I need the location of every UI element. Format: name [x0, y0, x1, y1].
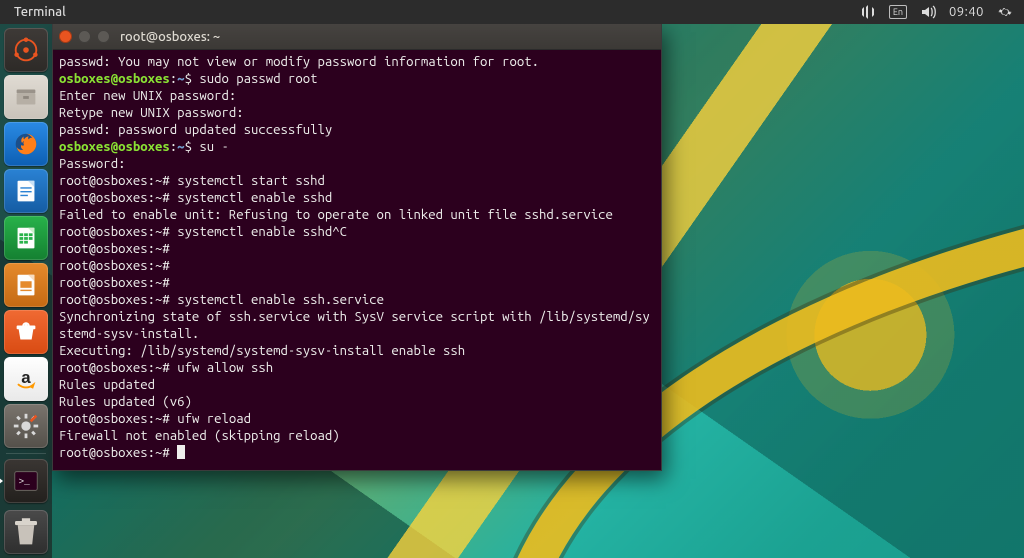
launcher-amazon[interactable]: a — [4, 357, 48, 401]
terminal-path: ~ — [177, 140, 184, 154]
terminal-prompt-root: root@osboxes:~# — [59, 242, 177, 256]
terminal-line: Rules updated (v6) — [59, 395, 192, 409]
terminal-command: systemctl enable ssh.service — [177, 293, 384, 307]
launcher-dash[interactable] — [4, 28, 48, 72]
network-icon[interactable] — [859, 3, 877, 21]
minimize-icon[interactable] — [78, 30, 91, 43]
terminal-prompt-root: root@osboxes:~# — [59, 412, 177, 426]
launcher-impress[interactable] — [4, 263, 48, 307]
terminal-line: Executing: /lib/systemd/systemd-sysv-ins… — [59, 344, 465, 358]
system-tray: En 09:40 — [859, 3, 1018, 21]
terminal-line: Failed to enable unit: Refusing to opera… — [59, 208, 613, 222]
svg-text:>_: >_ — [19, 476, 31, 487]
launcher-calc[interactable] — [4, 216, 48, 260]
terminal-prompt-user: osboxes@osboxes — [59, 72, 170, 86]
window-title: root@osboxes: ~ — [120, 30, 220, 44]
launcher-writer[interactable] — [4, 169, 48, 213]
terminal-prompt-root: root@osboxes:~# — [59, 293, 177, 307]
terminal-line: passwd: password updated successfully — [59, 123, 332, 137]
launcher: a >_ — [0, 24, 52, 558]
launcher-firefox[interactable] — [4, 122, 48, 166]
terminal-command: systemctl enable sshd — [177, 191, 332, 205]
terminal-command: sudo passwd root — [199, 72, 317, 86]
terminal-prompt-root: root@osboxes:~# — [59, 446, 177, 460]
terminal-line: Enter new UNIX password: — [59, 89, 236, 103]
terminal-line: Synchronizing state of ssh.service with … — [59, 310, 650, 341]
clock[interactable]: 09:40 — [949, 5, 984, 19]
terminal-cursor — [177, 445, 185, 459]
top-panel: Terminal En 09:40 — [0, 0, 1024, 24]
terminal-prompt-root: root@osboxes:~# — [59, 259, 177, 273]
gear-icon[interactable] — [996, 3, 1014, 21]
terminal-prompt-user: osboxes@osboxes — [59, 140, 170, 154]
launcher-settings[interactable] — [4, 404, 48, 448]
launcher-files[interactable] — [4, 75, 48, 119]
terminal-command: ufw allow ssh — [177, 361, 273, 375]
terminal-prompt-root: root@osboxes:~# — [59, 361, 177, 375]
terminal-prompt-root: root@osboxes:~# — [59, 225, 177, 239]
terminal-command: su - — [199, 140, 229, 154]
terminal-prompt-root: root@osboxes:~# — [59, 276, 177, 290]
terminal-command: ufw reload — [177, 412, 251, 426]
terminal-line: passwd: You may not view or modify passw… — [59, 55, 539, 69]
terminal-prompt-root: root@osboxes:~# — [59, 191, 177, 205]
terminal-line: Rules updated — [59, 378, 155, 392]
terminal-body[interactable]: passwd: You may not view or modify passw… — [53, 50, 661, 470]
launcher-terminal[interactable]: >_ — [4, 459, 48, 503]
language-indicator[interactable]: En — [889, 3, 907, 21]
terminal-line: Retype new UNIX password: — [59, 106, 244, 120]
launcher-divider — [6, 453, 46, 454]
window-titlebar[interactable]: root@osboxes: ~ — [53, 24, 661, 50]
terminal-line: Password: — [59, 157, 125, 171]
terminal-command: systemctl enable sshd^C — [177, 225, 347, 239]
sound-icon[interactable] — [919, 3, 937, 21]
terminal-command: systemctl start sshd — [177, 174, 325, 188]
maximize-icon[interactable] — [97, 30, 110, 43]
terminal-window: root@osboxes: ~ passwd: You may not view… — [52, 24, 662, 471]
svg-text:a: a — [21, 368, 31, 387]
active-app-label[interactable]: Terminal — [8, 5, 72, 19]
launcher-software[interactable] — [4, 310, 48, 354]
terminal-line: Firewall not enabled (skipping reload) — [59, 429, 340, 443]
launcher-trash[interactable] — [4, 510, 48, 554]
close-icon[interactable] — [59, 30, 72, 43]
terminal-path: ~ — [177, 72, 184, 86]
terminal-prompt-root: root@osboxes:~# — [59, 174, 177, 188]
